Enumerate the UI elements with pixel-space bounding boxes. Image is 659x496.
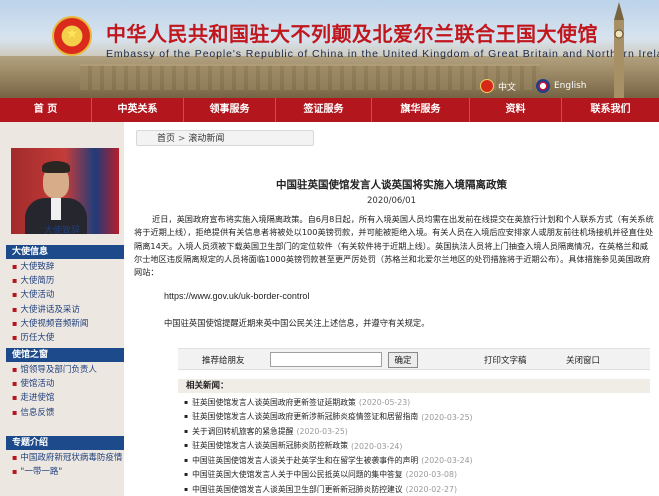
related-news-item[interactable]: 驻英国使馆发言人谈英国政府更新签证延期政策(2020-05-23) (184, 396, 654, 410)
lang-cn-label: 中文 (498, 82, 517, 93)
print-link[interactable]: 打印文字稿 (484, 354, 527, 366)
side-list-ambassador: 大使致辞 大使简历 大使活动 大使讲话及采访 大使视频音频新闻 历任大使 (12, 260, 122, 345)
related-news-item[interactable]: 驻英国使馆发言人谈英国新冠肺炎防控新政策(2020-03-24) (184, 439, 654, 453)
header-banner: ★ 中华人民共和国驻大不列颠及北爱尔兰联合王国大使馆 Embassy of th… (0, 0, 659, 98)
related-news-title[interactable]: 驻英国使馆发言人谈英国政府更新涉新冠肺炎疫情签证和居留指南 (192, 413, 418, 422)
breadcrumb-home[interactable]: 首页 (157, 134, 175, 144)
photo-hair (42, 161, 70, 173)
nav-overseas-chinese[interactable]: 旗华服务 (372, 98, 470, 122)
photo-shirt (51, 198, 61, 220)
page: ★ 中华人民共和国驻大不列颠及北爱尔兰联合王国大使馆 Embassy of th… (0, 0, 659, 496)
side-item-activities[interactable]: 大使活动 (12, 288, 122, 302)
side-item-speech[interactable]: 大使致辞 (12, 260, 122, 274)
breadcrumb-sep: > (177, 134, 186, 144)
related-news-date: (2020-03-08) (405, 470, 457, 480)
related-news-date: (2020-03-24) (351, 441, 403, 451)
article-tools-bar: 推荐给朋友 确定 打印文字稿 关闭窗口 (178, 348, 650, 370)
related-news-item[interactable]: 关于调回转机旅客的紧急提醒(2020-03-25) (184, 425, 654, 439)
related-news-item[interactable]: 中国驻英国使馆发言人谈英国卫生部门更新新冠肺炎防控建议(2020-02-27) (184, 483, 654, 496)
side-item-interviews[interactable]: 大使讲话及采访 (12, 303, 122, 317)
related-news-title[interactable]: 中国驻英国使馆发言人谈关于赴英学生和在留学生被袭事件的声明 (192, 456, 418, 465)
side-list-topics: 中国政府新冠状病毒防疫情 "一带一路" (12, 451, 122, 479)
side-head-ambassador: 大使信息 (6, 245, 124, 259)
side-list-embassy: 馆领导及部门负责人 使馆活动 走进使馆 信息反馈 (12, 363, 122, 420)
lang-en-label: English (554, 81, 587, 91)
nav-home[interactable]: 首 页 (0, 98, 92, 122)
side-item-leaders[interactable]: 馆领导及部门负责人 (12, 363, 122, 377)
main-nav: 首 页 中英关系 领事服务 签证服务 旗华服务 资料 联系我们 (0, 98, 659, 122)
related-news-title[interactable]: 中国驻英国使馆发言人谈英国卫生部门更新新冠肺炎防控建议 (192, 485, 403, 494)
photo-caption[interactable]: 大使致辞 (0, 223, 124, 236)
side-head-embassy: 使馆之窗 (6, 348, 124, 362)
side-item-former[interactable]: 历任大使 (12, 331, 122, 345)
nav-consular[interactable]: 领事服务 (184, 98, 276, 122)
related-news-title[interactable]: 驻英国使馆发言人谈英国政府更新签证延期政策 (192, 398, 356, 407)
related-news-date: (2020-03-24) (421, 455, 473, 465)
related-news-title[interactable]: 驻英国使馆发言人谈英国新冠肺炎防控新政策 (192, 442, 348, 451)
national-emblem-icon: ★ (52, 16, 92, 56)
nav-resources[interactable]: 资料 (470, 98, 562, 122)
recommend-submit-button[interactable]: 确定 (388, 352, 418, 368)
article-date: 2020/06/01 (367, 196, 416, 206)
china-flag-icon (480, 79, 494, 93)
article-note: 中国驻英国使馆提醒近期来英中国公民关注上述信息，并遵守有关规定。 (164, 318, 430, 328)
recommend-label: 推荐给朋友 (202, 356, 245, 366)
side-item-video[interactable]: 大使视频音频新闻 (12, 317, 122, 331)
nav-contact[interactable]: 联系我们 (562, 98, 659, 122)
site-title-en: Embassy of the People's Republic of Chin… (106, 48, 659, 60)
ambassador-photo[interactable] (11, 148, 119, 234)
uk-flag-icon (536, 79, 550, 93)
banner-wall-bricks (80, 64, 540, 90)
site-title-cn: 中华人民共和国驻大不列颠及北爱尔兰联合王国大使馆 (106, 22, 598, 46)
related-news-heading: 相关新闻： (178, 379, 650, 393)
related-news-item[interactable]: 驻英国使馆发言人谈英国政府更新涉新冠肺炎疫情签证和居留指南(2020-03-25… (184, 410, 654, 424)
related-news-date: (2020-02-27) (405, 484, 457, 494)
related-news-date: (2020-03-25) (421, 412, 473, 422)
related-news-date: (2020-05-23) (358, 398, 411, 408)
breadcrumb: 首页 > 滚动新闻 (136, 130, 314, 146)
related-news-title[interactable]: 中国驻英国大使馆发言人关于中国公民抵英以问题的集中答复 (192, 470, 403, 479)
breadcrumb-current[interactable]: 滚动新闻 (188, 134, 224, 144)
article-title: 中国驻英国使馆发言人谈英国将实施入境隔离政策 (276, 179, 507, 191)
big-ben-icon (614, 2, 624, 98)
article-link[interactable]: https://www.gov.uk/uk-border-control (164, 291, 309, 301)
lang-switch-en[interactable]: English (536, 78, 587, 94)
article-body: 近日，英国政府宣布将实施入境隔离政策。自6月8日起，所有入境英国人员均需在出发前… (134, 214, 654, 278)
side-head-topics: 专题介绍 (6, 436, 124, 450)
sidebar: 大使致辞 大使信息 大使致辞 大使简历 大使活动 大使讲话及采访 大使视频音频新… (0, 122, 124, 496)
related-news-item[interactable]: 中国驻英国大使馆发言人关于中国公民抵英以问题的集中答复(2020-03-08) (184, 468, 654, 482)
related-news-list: 驻英国使馆发言人谈英国政府更新签证延期政策(2020-05-23) 驻英国使馆发… (184, 396, 654, 496)
main-content: 首页 > 滚动新闻 中国驻英国使馆发言人谈英国将实施入境隔离政策 2020/06… (124, 122, 659, 496)
side-item-visit[interactable]: 走进使馆 (12, 391, 122, 405)
related-news-title[interactable]: 关于调回转机旅客的紧急提醒 (192, 427, 293, 436)
lang-switch-cn[interactable]: 中文 (480, 78, 516, 94)
side-item-belt-road[interactable]: "一带一路" (12, 465, 122, 479)
related-news-item[interactable]: 中国驻英国使馆发言人谈关于赴英学生和在留学生被袭事件的声明(2020-03-24… (184, 454, 654, 468)
side-item-embassy-activities[interactable]: 使馆活动 (12, 377, 122, 391)
recommend-email-input[interactable] (270, 352, 382, 367)
nav-visa[interactable]: 签证服务 (276, 98, 372, 122)
side-item-covid[interactable]: 中国政府新冠状病毒防疫情 (12, 451, 122, 465)
related-news-date: (2020-03-25) (296, 427, 348, 437)
side-item-feedback[interactable]: 信息反馈 (12, 406, 122, 420)
close-window-link[interactable]: 关闭窗口 (566, 354, 600, 366)
nav-relations[interactable]: 中英关系 (92, 98, 184, 122)
side-item-resume[interactable]: 大使简历 (12, 274, 122, 288)
